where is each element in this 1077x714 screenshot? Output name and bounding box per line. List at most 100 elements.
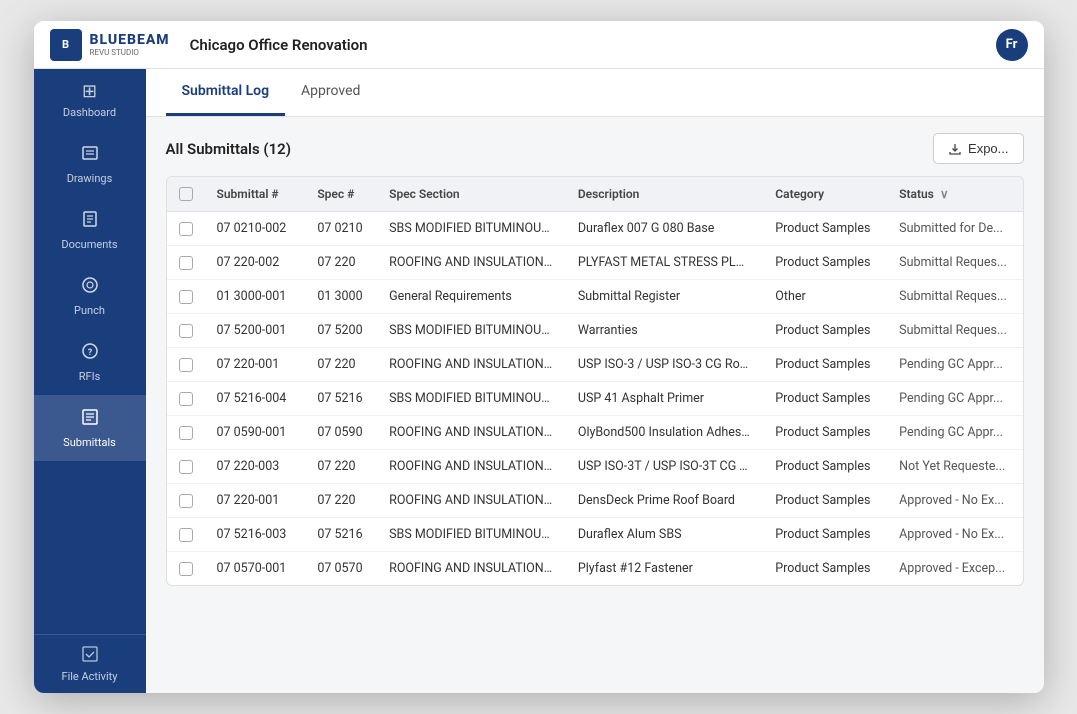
cell-category: Product Samples <box>763 246 887 280</box>
table-row[interactable]: 07 5216-004 07 5216 SBS MODIFIED BITUMIN… <box>167 382 1023 416</box>
table-row[interactable]: 07 220-003 07 220 ROOFING AND INSULATION… <box>167 450 1023 484</box>
cell-category: Product Samples <box>763 314 887 348</box>
cell-spec: 07 5216 <box>305 518 377 552</box>
cell-spec-section: SBS MODIFIED BITUMINOUS MEMBR... <box>377 314 566 348</box>
cell-status: Pending GC Appr... <box>887 416 1022 450</box>
tabs: Submittal Log Approved <box>166 69 1024 116</box>
col-header-description: Description <box>566 177 763 212</box>
cell-status: Submittal Reques... <box>887 246 1022 280</box>
table-row[interactable]: 07 5200-001 07 5200 SBS MODIFIED BITUMIN… <box>167 314 1023 348</box>
file-activity-label: File Activity <box>61 670 117 683</box>
row-checkbox[interactable] <box>179 392 193 406</box>
row-checkbox[interactable] <box>179 562 193 576</box>
table-row[interactable]: 07 0210-002 07 0210 SBS MODIFIED BITUMIN… <box>167 212 1023 246</box>
cell-spec-section: ROOFING AND INSULATION FASTENE... <box>377 552 566 586</box>
row-checkbox[interactable] <box>179 460 193 474</box>
rfis-icon: ? <box>80 341 100 366</box>
logo-area: B BLUEBEAM REVU STUDIO <box>50 29 170 61</box>
col-header-status[interactable]: Status ∨ <box>887 177 1022 212</box>
row-checkbox-cell <box>167 280 205 314</box>
documents-icon <box>80 209 100 234</box>
table-row[interactable]: 01 3000-001 01 3000 General Requirements… <box>167 280 1023 314</box>
cell-status: Not Yet Requeste... <box>887 450 1022 484</box>
cell-submittal: 07 0590-001 <box>205 416 306 450</box>
cell-category: Product Samples <box>763 212 887 246</box>
row-checkbox[interactable] <box>179 528 193 542</box>
submittals-icon <box>80 407 100 432</box>
cell-category: Product Samples <box>763 382 887 416</box>
sidebar-item-rfis[interactable]: ? RFIs <box>34 329 146 395</box>
sidebar-item-file-activity[interactable]: File Activity <box>34 635 146 693</box>
cell-submittal: 07 220-001 <box>205 484 306 518</box>
dashboard-icon: ⊞ <box>82 81 97 102</box>
cell-category: Product Samples <box>763 416 887 450</box>
cell-spec-section: General Requirements <box>377 280 566 314</box>
section-header: All Submittals (12) Expo... <box>166 133 1024 164</box>
col-header-category: Category <box>763 177 887 212</box>
sidebar-label-submittals: Submittals <box>63 436 116 449</box>
cell-description: Warranties <box>566 314 763 348</box>
cell-status: Pending GC Appr... <box>887 382 1022 416</box>
row-checkbox-cell <box>167 518 205 552</box>
table-row[interactable]: 07 0570-001 07 0570 ROOFING AND INSULATI… <box>167 552 1023 586</box>
submittals-table: Submittal # Spec # Spec Section Descript… <box>166 176 1024 586</box>
app-window: B BLUEBEAM REVU STUDIO Chicago Office Re… <box>34 21 1044 693</box>
sidebar-item-submittals[interactable]: Submittals <box>34 395 146 461</box>
sidebar-label-punch: Punch <box>74 304 105 317</box>
table-row[interactable]: 07 220-001 07 220 ROOFING AND INSULATION… <box>167 348 1023 382</box>
cell-description: Duraflex Alum SBS <box>566 518 763 552</box>
cell-description: Plyfast #12 Fastener <box>566 552 763 586</box>
export-button[interactable]: Expo... <box>933 133 1023 164</box>
cell-spec: 07 5200 <box>305 314 377 348</box>
sidebar-item-documents[interactable]: Documents <box>34 197 146 263</box>
cell-status: Submitted for De... <box>887 212 1022 246</box>
row-checkbox[interactable] <box>179 256 193 270</box>
cell-submittal: 07 220-003 <box>205 450 306 484</box>
cell-description: Duraflex 007 G 080 Base <box>566 212 763 246</box>
row-checkbox[interactable] <box>179 324 193 338</box>
sidebar-item-drawings[interactable]: Drawings <box>34 131 146 197</box>
sidebar-label-rfis: RFIs <box>79 370 101 383</box>
content-body: All Submittals (12) Expo... <box>146 117 1044 693</box>
cell-submittal: 07 5216-003 <box>205 518 306 552</box>
cell-submittal: 07 220-001 <box>205 348 306 382</box>
sidebar-item-punch[interactable]: Punch <box>34 263 146 329</box>
cell-status: Approved - Excep... <box>887 552 1022 586</box>
cell-submittal: 07 0570-001 <box>205 552 306 586</box>
row-checkbox[interactable] <box>179 426 193 440</box>
cell-spec: 07 220 <box>305 246 377 280</box>
select-all-checkbox[interactable] <box>179 187 193 201</box>
cell-description: PLYFAST METAL STRESS PLATES <box>566 246 763 280</box>
svg-text:?: ? <box>87 348 92 358</box>
table-header-row: Submittal # Spec # Spec Section Descript… <box>167 177 1023 212</box>
tab-approved[interactable]: Approved <box>285 69 376 116</box>
cell-description: USP 41 Asphalt Primer <box>566 382 763 416</box>
cell-description: Submittal Register <box>566 280 763 314</box>
table-row[interactable]: 07 0590-001 07 0590 ROOFING AND INSULATI… <box>167 416 1023 450</box>
export-label: Expo... <box>968 141 1008 156</box>
sidebar-label-drawings: Drawings <box>67 172 113 185</box>
cell-spec: 07 5216 <box>305 382 377 416</box>
cell-status: Pending GC Appr... <box>887 348 1022 382</box>
row-checkbox[interactable] <box>179 290 193 304</box>
tab-submittal-log[interactable]: Submittal Log <box>166 69 286 116</box>
content-header: Submittal Log Approved <box>146 69 1044 117</box>
table-row[interactable]: 07 220-001 07 220 ROOFING AND INSULATION… <box>167 484 1023 518</box>
row-checkbox[interactable] <box>179 222 193 236</box>
cell-spec-section: ROOFING AND INSULATION ADHESIV... <box>377 484 566 518</box>
row-checkbox[interactable] <box>179 358 193 372</box>
cell-spec-section: ROOFING AND INSULATION ADHESIV... <box>377 246 566 280</box>
cell-spec: 07 0590 <box>305 416 377 450</box>
logo-icon: B <box>50 29 82 61</box>
row-checkbox[interactable] <box>179 494 193 508</box>
table-row[interactable]: 07 5216-003 07 5216 SBS MODIFIED BITUMIN… <box>167 518 1023 552</box>
sidebar-item-dashboard[interactable]: ⊞ Dashboard <box>34 69 146 131</box>
row-checkbox-cell <box>167 314 205 348</box>
sidebar: ⊞ Dashboard Drawings Documents Punch <box>34 69 146 693</box>
cell-spec-section: ROOFING AND INSULATION ADHESIV... <box>377 450 566 484</box>
sidebar-label-dashboard: Dashboard <box>63 106 116 119</box>
user-avatar[interactable]: Fr <box>996 29 1028 61</box>
drawings-icon <box>80 143 100 168</box>
table-row[interactable]: 07 220-002 07 220 ROOFING AND INSULATION… <box>167 246 1023 280</box>
row-checkbox-cell <box>167 246 205 280</box>
